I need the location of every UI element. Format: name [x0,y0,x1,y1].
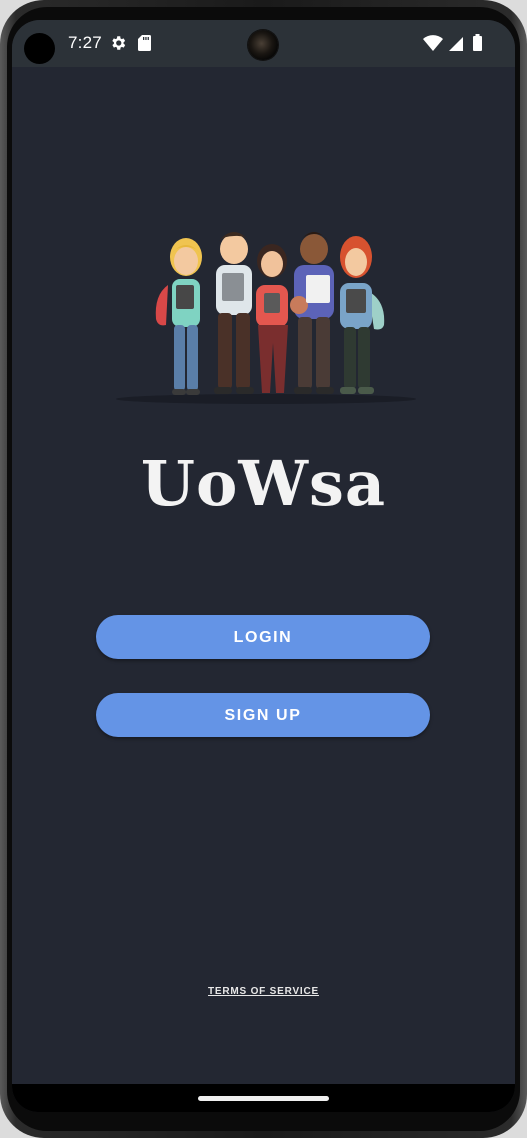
status-right-icons [423,34,482,51]
login-button[interactable]: LOGIN [96,615,430,659]
signup-button[interactable]: SIGN UP [96,693,430,737]
app-title: UoWsa [140,447,387,520]
home-gesture-handle[interactable] [198,1096,329,1101]
terms-container: TERMS OF SERVICE [12,981,515,999]
students-illustration [116,232,416,404]
front-sensor-dot [24,33,55,64]
status-bar: 7:27 [12,20,515,67]
wifi-icon [423,35,443,51]
welcome-screen: UoWsa LOGIN SIGN UP TERMS OF SERVICE [12,67,515,1084]
screen: 7:27 UoWsa LOGIN SIGN UP TERMS OF SERVIC… [12,20,515,1112]
cell-signal-icon [449,37,463,51]
sd-card-icon [138,35,151,51]
terms-of-service-link[interactable]: TERMS OF SERVICE [208,986,319,997]
gear-icon [112,36,126,50]
phone-frame: 7:27 UoWsa LOGIN SIGN UP TERMS OF SERVIC… [0,0,527,1138]
status-time: 7:27 [68,33,102,52]
front-camera [248,30,278,60]
battery-icon [473,34,482,51]
navigation-bar [12,1084,515,1112]
